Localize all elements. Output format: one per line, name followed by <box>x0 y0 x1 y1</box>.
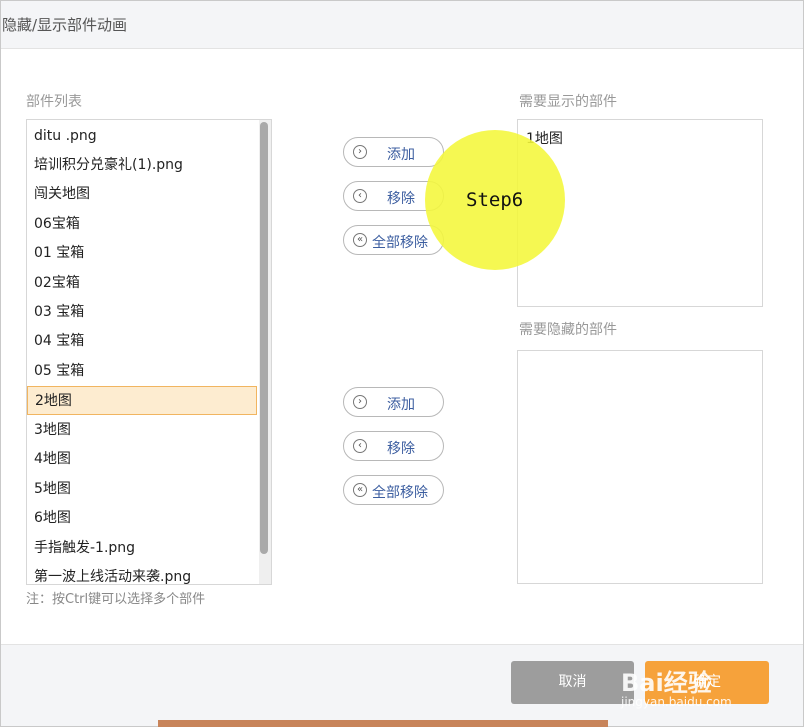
list-item[interactable]: 5地图 <box>27 475 257 504</box>
watermark-brand: Bai经验 <box>621 669 712 697</box>
multi-select-hint: 注：按Ctrl键可以选择多个部件 <box>26 592 206 607</box>
title-bar: 隐藏/显示部件动画 <box>1 1 803 49</box>
chevron-right-icon: › <box>353 395 367 409</box>
list-item-selected[interactable]: 2地图 <box>27 386 257 415</box>
remove-from-hide-button[interactable]: ‹ 移除 <box>343 431 444 461</box>
list-item[interactable]: 闯关地图 <box>27 180 257 209</box>
list-item[interactable]: 01 宝箱 <box>27 239 257 268</box>
chevron-left-icon: ‹ <box>353 189 367 203</box>
hide-list[interactable] <box>517 350 763 584</box>
remove-all-from-show-button[interactable]: « 全部移除 <box>343 225 444 255</box>
list-item[interactable]: 6地图 <box>27 504 257 533</box>
remove-label: 移除 <box>387 191 415 207</box>
double-chevron-left-icon: « <box>353 233 367 247</box>
list-item[interactable]: ditu .png <box>27 122 257 151</box>
remove-all-label: 全部移除 <box>372 485 428 501</box>
show-list-label: 需要显示的部件 <box>519 94 617 110</box>
component-list[interactable]: ditu .png 培训积分兑豪礼(1).png 闯关地图 06宝箱 01 宝箱… <box>26 119 272 585</box>
add-label: 添加 <box>387 147 415 163</box>
bottom-strip <box>158 720 608 727</box>
list-item[interactable]: 3地图 <box>27 416 257 445</box>
remove-label: 移除 <box>387 441 415 457</box>
list-item[interactable]: 培训积分兑豪礼(1).png <box>27 151 257 180</box>
watermark-url: jingyan.baidu.com <box>621 695 732 709</box>
remove-all-from-hide-button[interactable]: « 全部移除 <box>343 475 444 505</box>
chevron-right-icon: › <box>353 145 367 159</box>
list-item[interactable]: 4地图 <box>27 445 257 474</box>
list-item[interactable]: 02宝箱 <box>27 269 257 298</box>
add-to-hide-button[interactable]: › 添加 <box>343 387 444 417</box>
dialog-title: 隐藏/显示部件动画 <box>2 16 128 34</box>
list-item[interactable]: 第一波上线活动来袭.png <box>27 563 257 584</box>
list-item[interactable]: 03 宝箱 <box>27 298 257 327</box>
list-item[interactable]: 06宝箱 <box>27 210 257 239</box>
chevron-left-icon: ‹ <box>353 439 367 453</box>
step-annotation: Step6 <box>466 189 524 211</box>
scrollbar-thumb[interactable] <box>260 122 268 554</box>
list-item[interactable]: 05 宝箱 <box>27 357 257 386</box>
dialog-window: 隐藏/显示部件动画 部件列表 ditu .png 培训积分兑豪礼(1).png … <box>0 0 804 727</box>
add-to-show-button[interactable]: › 添加 <box>343 137 444 167</box>
remove-all-label: 全部移除 <box>372 235 428 251</box>
list-item[interactable]: 手指触发-1.png <box>27 534 257 563</box>
add-label: 添加 <box>387 397 415 413</box>
list-item[interactable]: 04 宝箱 <box>27 327 257 356</box>
cancel-button[interactable]: 取消 <box>511 661 634 704</box>
double-chevron-left-icon: « <box>353 483 367 497</box>
component-list-label: 部件列表 <box>26 94 82 110</box>
hide-list-label: 需要隐藏的部件 <box>519 322 617 338</box>
